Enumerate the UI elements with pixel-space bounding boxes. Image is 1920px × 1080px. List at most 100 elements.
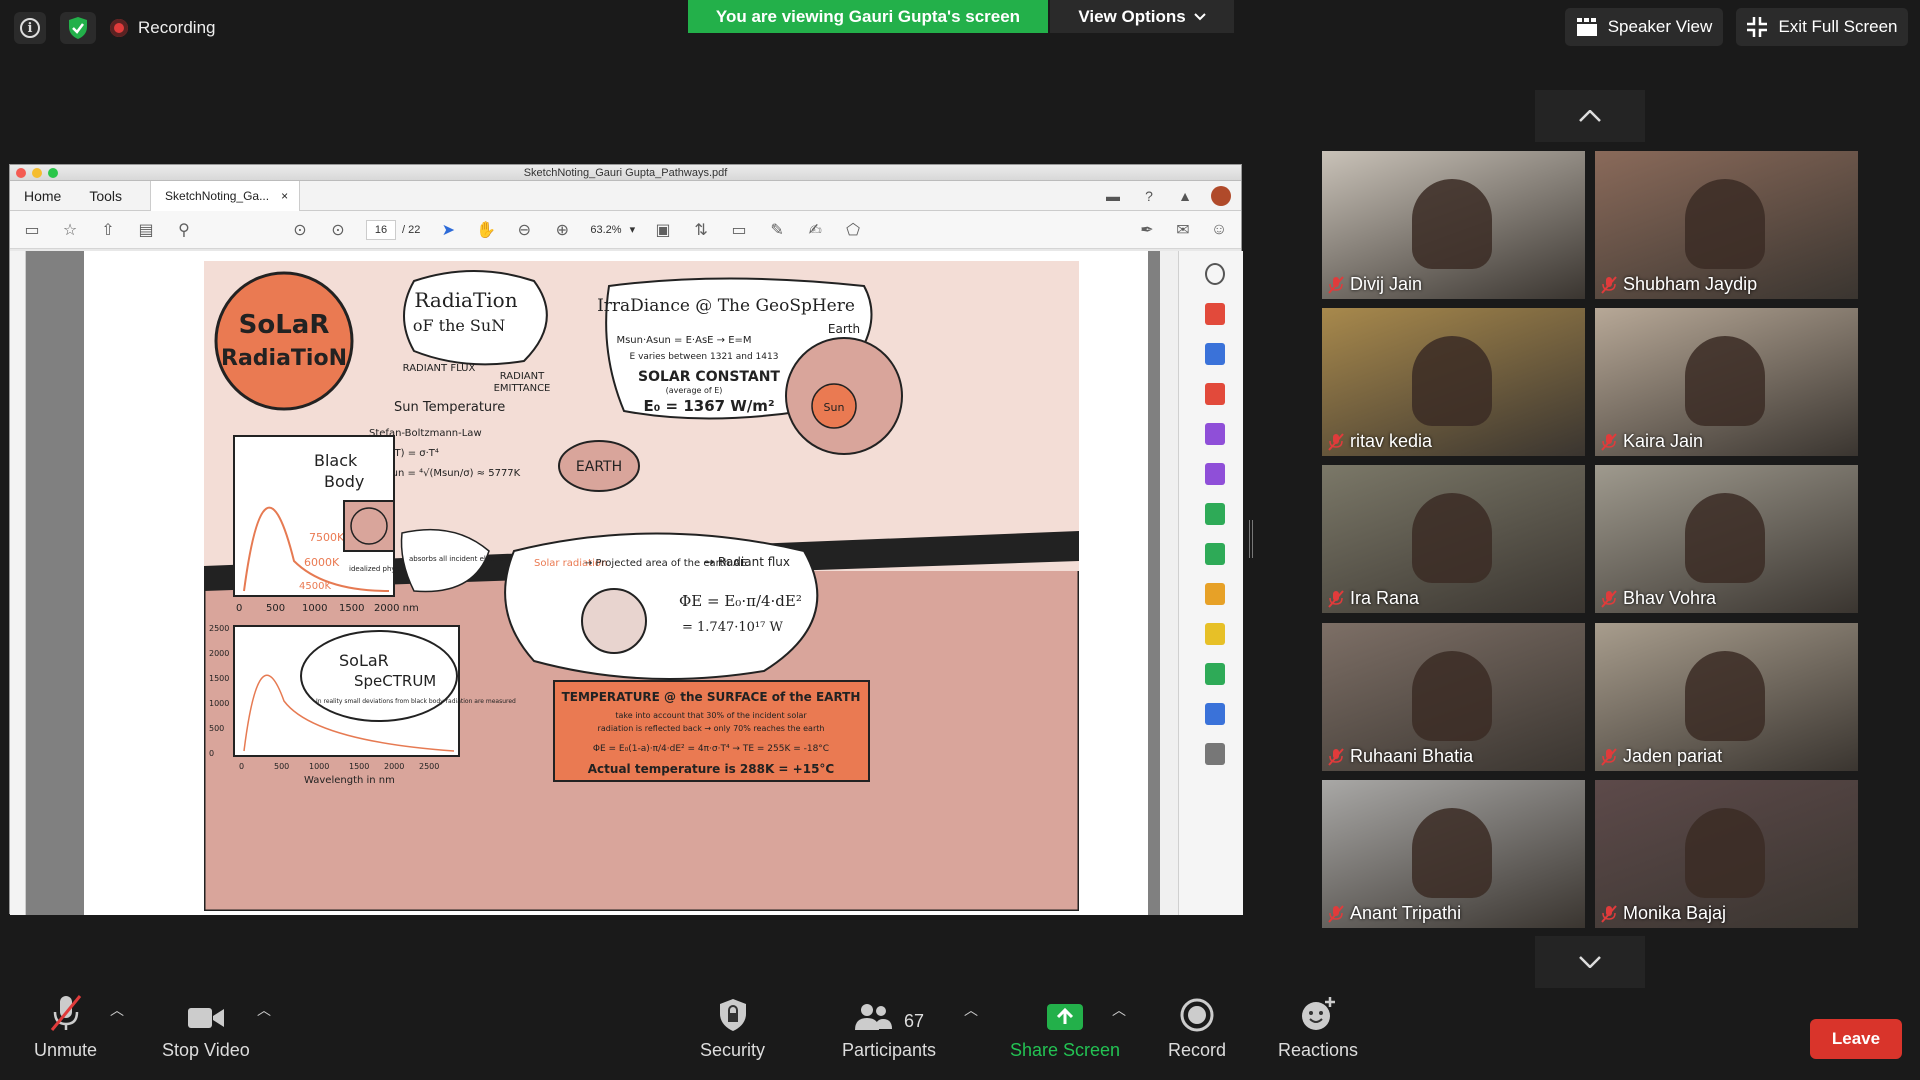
recording-indicator[interactable]: Recording [110,12,216,44]
gallery-scroll-down-button[interactable] [1535,936,1645,988]
participant-tile[interactable]: ritav kedia [1322,308,1585,456]
participant-tile[interactable]: Ira Rana [1322,465,1585,613]
exit-full-screen-button[interactable]: Exit Full Screen [1736,8,1908,46]
tab-tools[interactable]: Tools [75,181,136,211]
stop-video-button[interactable]: Stop Video [162,990,250,1061]
recording-label: Recording [138,18,216,37]
participant-name-tag: Ruhaani Bhatia [1328,746,1473,767]
participant-name: Bhav Vohra [1623,588,1717,608]
help-icon[interactable]: ? [1139,186,1159,206]
participant-tile[interactable]: Shubham Jaydip [1595,151,1858,299]
hand-icon[interactable]: ✋ [476,220,496,240]
page-number-input[interactable]: 16 [366,219,396,240]
page-total: / 22 [402,223,421,236]
leave-meeting-button[interactable]: Leave [1810,1019,1902,1059]
share-caret-icon[interactable]: ︿ [1112,1000,1126,1020]
create-pdf-icon[interactable] [1205,343,1225,365]
participant-tile[interactable]: Ruhaani Bhatia [1322,623,1585,771]
print-icon[interactable]: ▤ [136,220,156,240]
participant-tile[interactable]: Jaden pariat [1595,623,1858,771]
average-of-e-text: (average of E) [666,386,723,395]
fit-page-icon[interactable]: ▣ [653,220,673,240]
solar-constant-label: SOLAR CONSTANT [638,369,780,385]
draw-icon[interactable]: ✍ [805,220,825,240]
audio-options-caret-icon[interactable]: ︿ [110,1000,124,1020]
temperature-line2: radiation is reflected back → only 70% r… [598,724,825,733]
mic-muted-icon [1601,904,1617,923]
highlight-pen-icon[interactable]: ✎ [767,220,787,240]
share-screen-button[interactable]: Share Screen [1010,990,1120,1061]
tab-document[interactable]: SketchNoting_Ga... × [150,180,301,211]
tab-close-icon[interactable]: × [281,189,288,203]
zoom-out-icon[interactable]: ⊖ [514,220,534,240]
share-file-icon[interactable] [1205,583,1225,605]
comment-tool-icon[interactable] [1205,623,1225,645]
reactions-button[interactable]: Reactions [1278,990,1358,1061]
stamp-icon[interactable]: ⬠ [843,220,863,240]
share-user-icon[interactable]: ☺ [1209,220,1229,240]
comment-icon[interactable]: ▬ [1103,186,1123,206]
speaker-view-button[interactable]: Speaker View [1565,8,1723,46]
scroll-mode-icon[interactable]: ⇅ [691,220,711,240]
spec-xtick-2000: 2000 [384,762,404,771]
participant-tile[interactable]: Divij Jain [1322,151,1585,299]
protect-icon[interactable] [1205,703,1225,725]
zoom-search-icon[interactable]: ⚲ [174,220,194,240]
bell-icon[interactable]: ▲ [1175,186,1195,206]
video-camera-icon [187,1008,224,1028]
left-panel-toggle[interactable] [10,251,26,915]
request-signature-icon[interactable] [1205,503,1225,525]
msun-equation: Msun·Asun = E·AsE → E=M [616,335,751,346]
participant-name-tag: Anant Tripathi [1328,903,1461,924]
upload-icon[interactable]: ⇧ [98,220,118,240]
phi-value: = 1.747·10¹⁷ W [682,620,783,635]
export-pdf-icon[interactable] [1205,303,1225,325]
participant-tile[interactable]: Monika Bajaj [1595,780,1858,928]
pdf-scrollbar[interactable] [1160,251,1178,915]
edit-pdf-icon[interactable] [1205,423,1225,445]
participant-tile[interactable]: Bhav Vohra [1595,465,1858,613]
zoom-level-select[interactable]: 63.2% ▾ [590,223,635,237]
unmute-button[interactable]: Unmute [34,990,97,1061]
organize-pages-icon[interactable] [1205,383,1225,405]
gallery-scroll-up-button[interactable] [1535,90,1645,142]
participants-caret-icon[interactable]: ︿ [964,1000,978,1020]
save-icon[interactable]: ▭ [22,220,42,240]
compare-icon[interactable] [1205,543,1225,565]
participant-tile[interactable]: Kaira Jain [1595,308,1858,456]
prev-page-icon[interactable]: ⊙ [290,220,310,240]
zoom-in-icon[interactable]: ⊕ [552,220,572,240]
video-options-caret-icon[interactable]: ︿ [257,1000,271,1020]
participant-tile[interactable]: Anant Tripathi [1322,780,1585,928]
participants-label: Participants [842,1040,937,1060]
security-button[interactable]: Security [700,990,765,1061]
meeting-info-button[interactable]: i [14,12,46,44]
participant-name: Ruhaani Bhatia [1350,746,1474,766]
encryption-shield-button[interactable] [60,12,96,44]
participants-button[interactable]: 67 Participants [842,990,936,1061]
participant-video [1412,336,1492,426]
resize-handle[interactable] [1249,520,1253,558]
more-tools-icon[interactable] [1205,743,1225,765]
view-options-button[interactable]: View Options [1050,0,1234,33]
radiant-emittance-line2: EMITTANCE [494,383,551,394]
zoom-tool-icon[interactable] [1205,263,1225,285]
stop-video-label: Stop Video [162,1040,250,1060]
fill-sign-icon[interactable] [1205,463,1225,485]
add-comment-icon[interactable]: ▭ [729,220,749,240]
scan-icon[interactable] [1205,663,1225,685]
participant-name-tag: Monika Bajaj [1601,903,1726,924]
spectrum-note: In reality small deviations from black b… [316,698,516,705]
temperature-title: TEMPERATURE @ the SURFACE of the EARTH [562,690,861,704]
next-page-icon[interactable]: ⊙ [328,220,348,240]
spec-ytick-2500: 2500 [209,624,229,633]
email-icon[interactable]: ✉ [1173,220,1193,240]
solar-title-line1: SoLaR [239,310,330,340]
avatar[interactable] [1211,186,1231,206]
star-icon[interactable]: ☆ [60,220,80,240]
cursor-icon[interactable]: ➤ [438,220,458,240]
irradiance-title: IrraDiance @ The GeoSpHere [597,296,855,316]
tab-home[interactable]: Home [10,181,75,211]
record-button[interactable]: Record [1168,990,1226,1061]
sign-icon[interactable]: ✒ [1137,220,1157,240]
